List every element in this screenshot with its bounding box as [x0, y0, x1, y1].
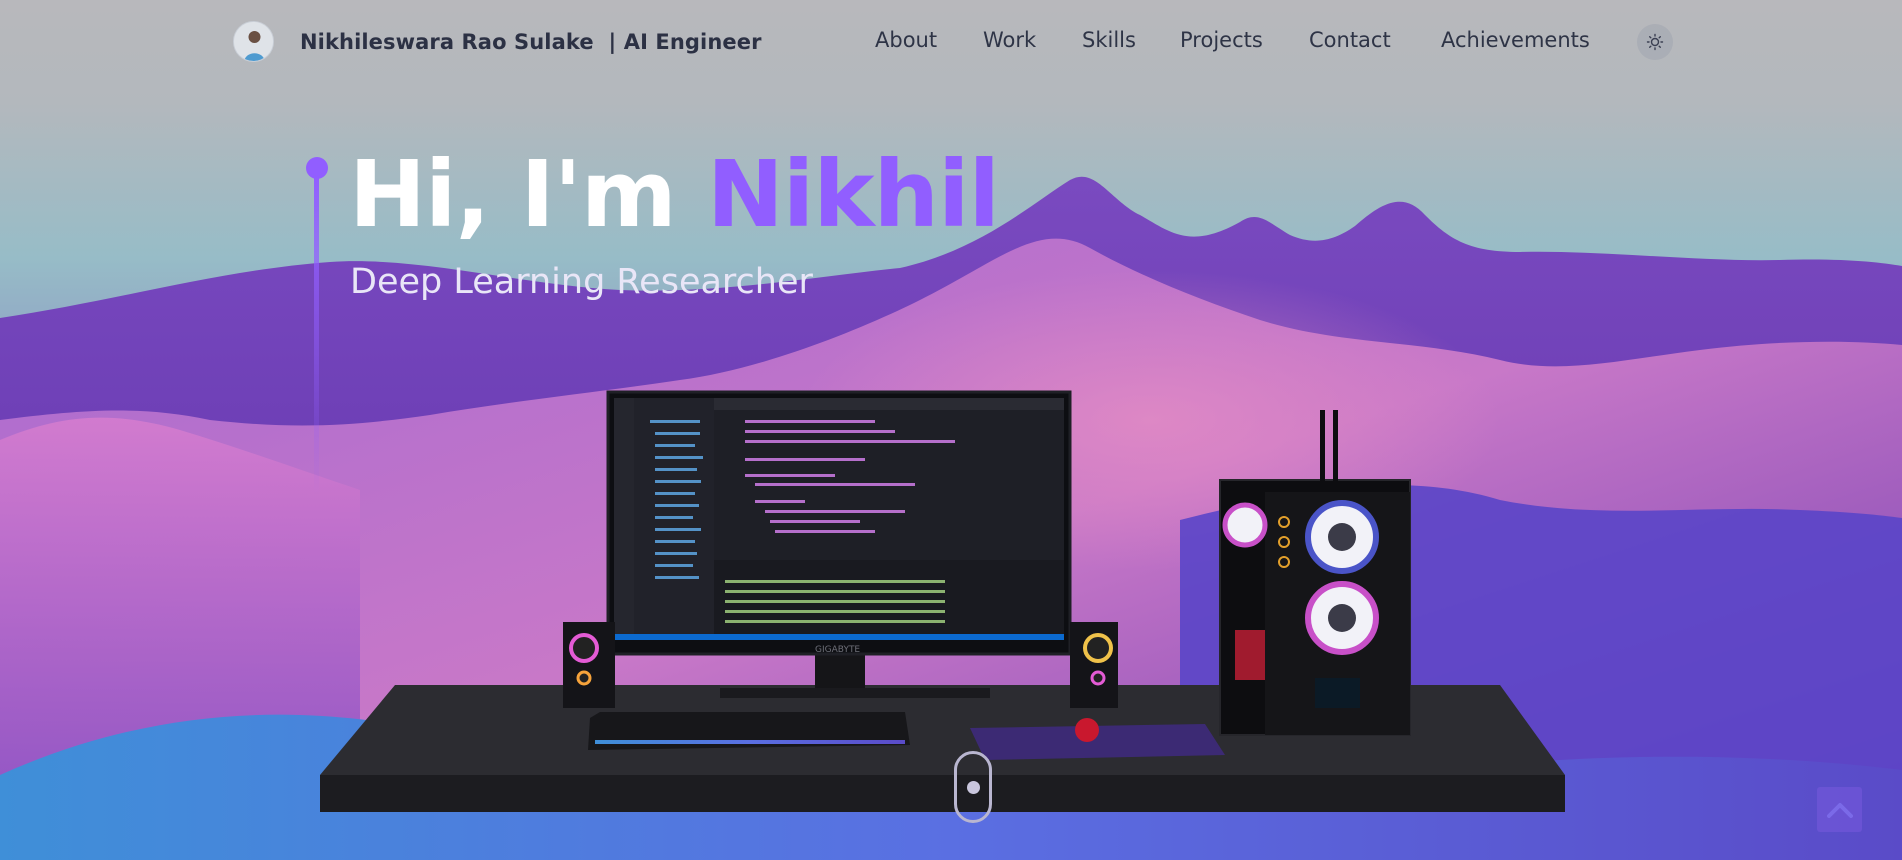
hero-name: Nikhil [706, 141, 1000, 248]
sun-icon [1646, 33, 1664, 51]
profile-photo-icon [234, 22, 273, 61]
nav-link-contact[interactable]: Contact [1309, 28, 1391, 52]
brand-link[interactable]: Nikhileswara Rao Sulake | AI Engineer [233, 21, 762, 62]
nav-link-work[interactable]: Work [983, 28, 1036, 52]
mouse-scroll-icon [967, 781, 980, 794]
avatar [233, 21, 274, 62]
brand-name: Nikhileswara Rao Sulake [300, 29, 594, 54]
theme-toggle-button[interactable] [1637, 24, 1673, 60]
brand-separator: | [608, 29, 617, 54]
brand-role: AI Engineer [623, 29, 762, 54]
nav-link-projects[interactable]: Projects [1180, 28, 1263, 52]
brand-text: Nikhileswara Rao Sulake | AI Engineer [300, 30, 762, 54]
nav-link-achievements[interactable]: Achievements [1441, 28, 1590, 52]
hero-background: GIGABYTE [0, 0, 1902, 860]
mountain-landscape-illustration: GIGABYTE [0, 0, 1902, 860]
back-to-top-button[interactable] [1817, 787, 1862, 832]
chevron-up-icon [1826, 802, 1853, 818]
monitor-brand-label: GIGABYTE [815, 645, 860, 655]
nav-link-about[interactable]: About [875, 28, 937, 52]
scroll-down-indicator[interactable] [954, 751, 992, 823]
hero-subtitle: Deep Learning Researcher [350, 262, 813, 302]
hero-title: Hi, I'm Nikhil [349, 140, 1000, 250]
hero-greeting: Hi, I'm [349, 141, 677, 248]
top-navbar: Nikhileswara Rao Sulake | AI Engineer Ab… [0, 0, 1902, 84]
hero-accent-line [314, 175, 319, 495]
nav-link-skills[interactable]: Skills [1082, 28, 1136, 52]
